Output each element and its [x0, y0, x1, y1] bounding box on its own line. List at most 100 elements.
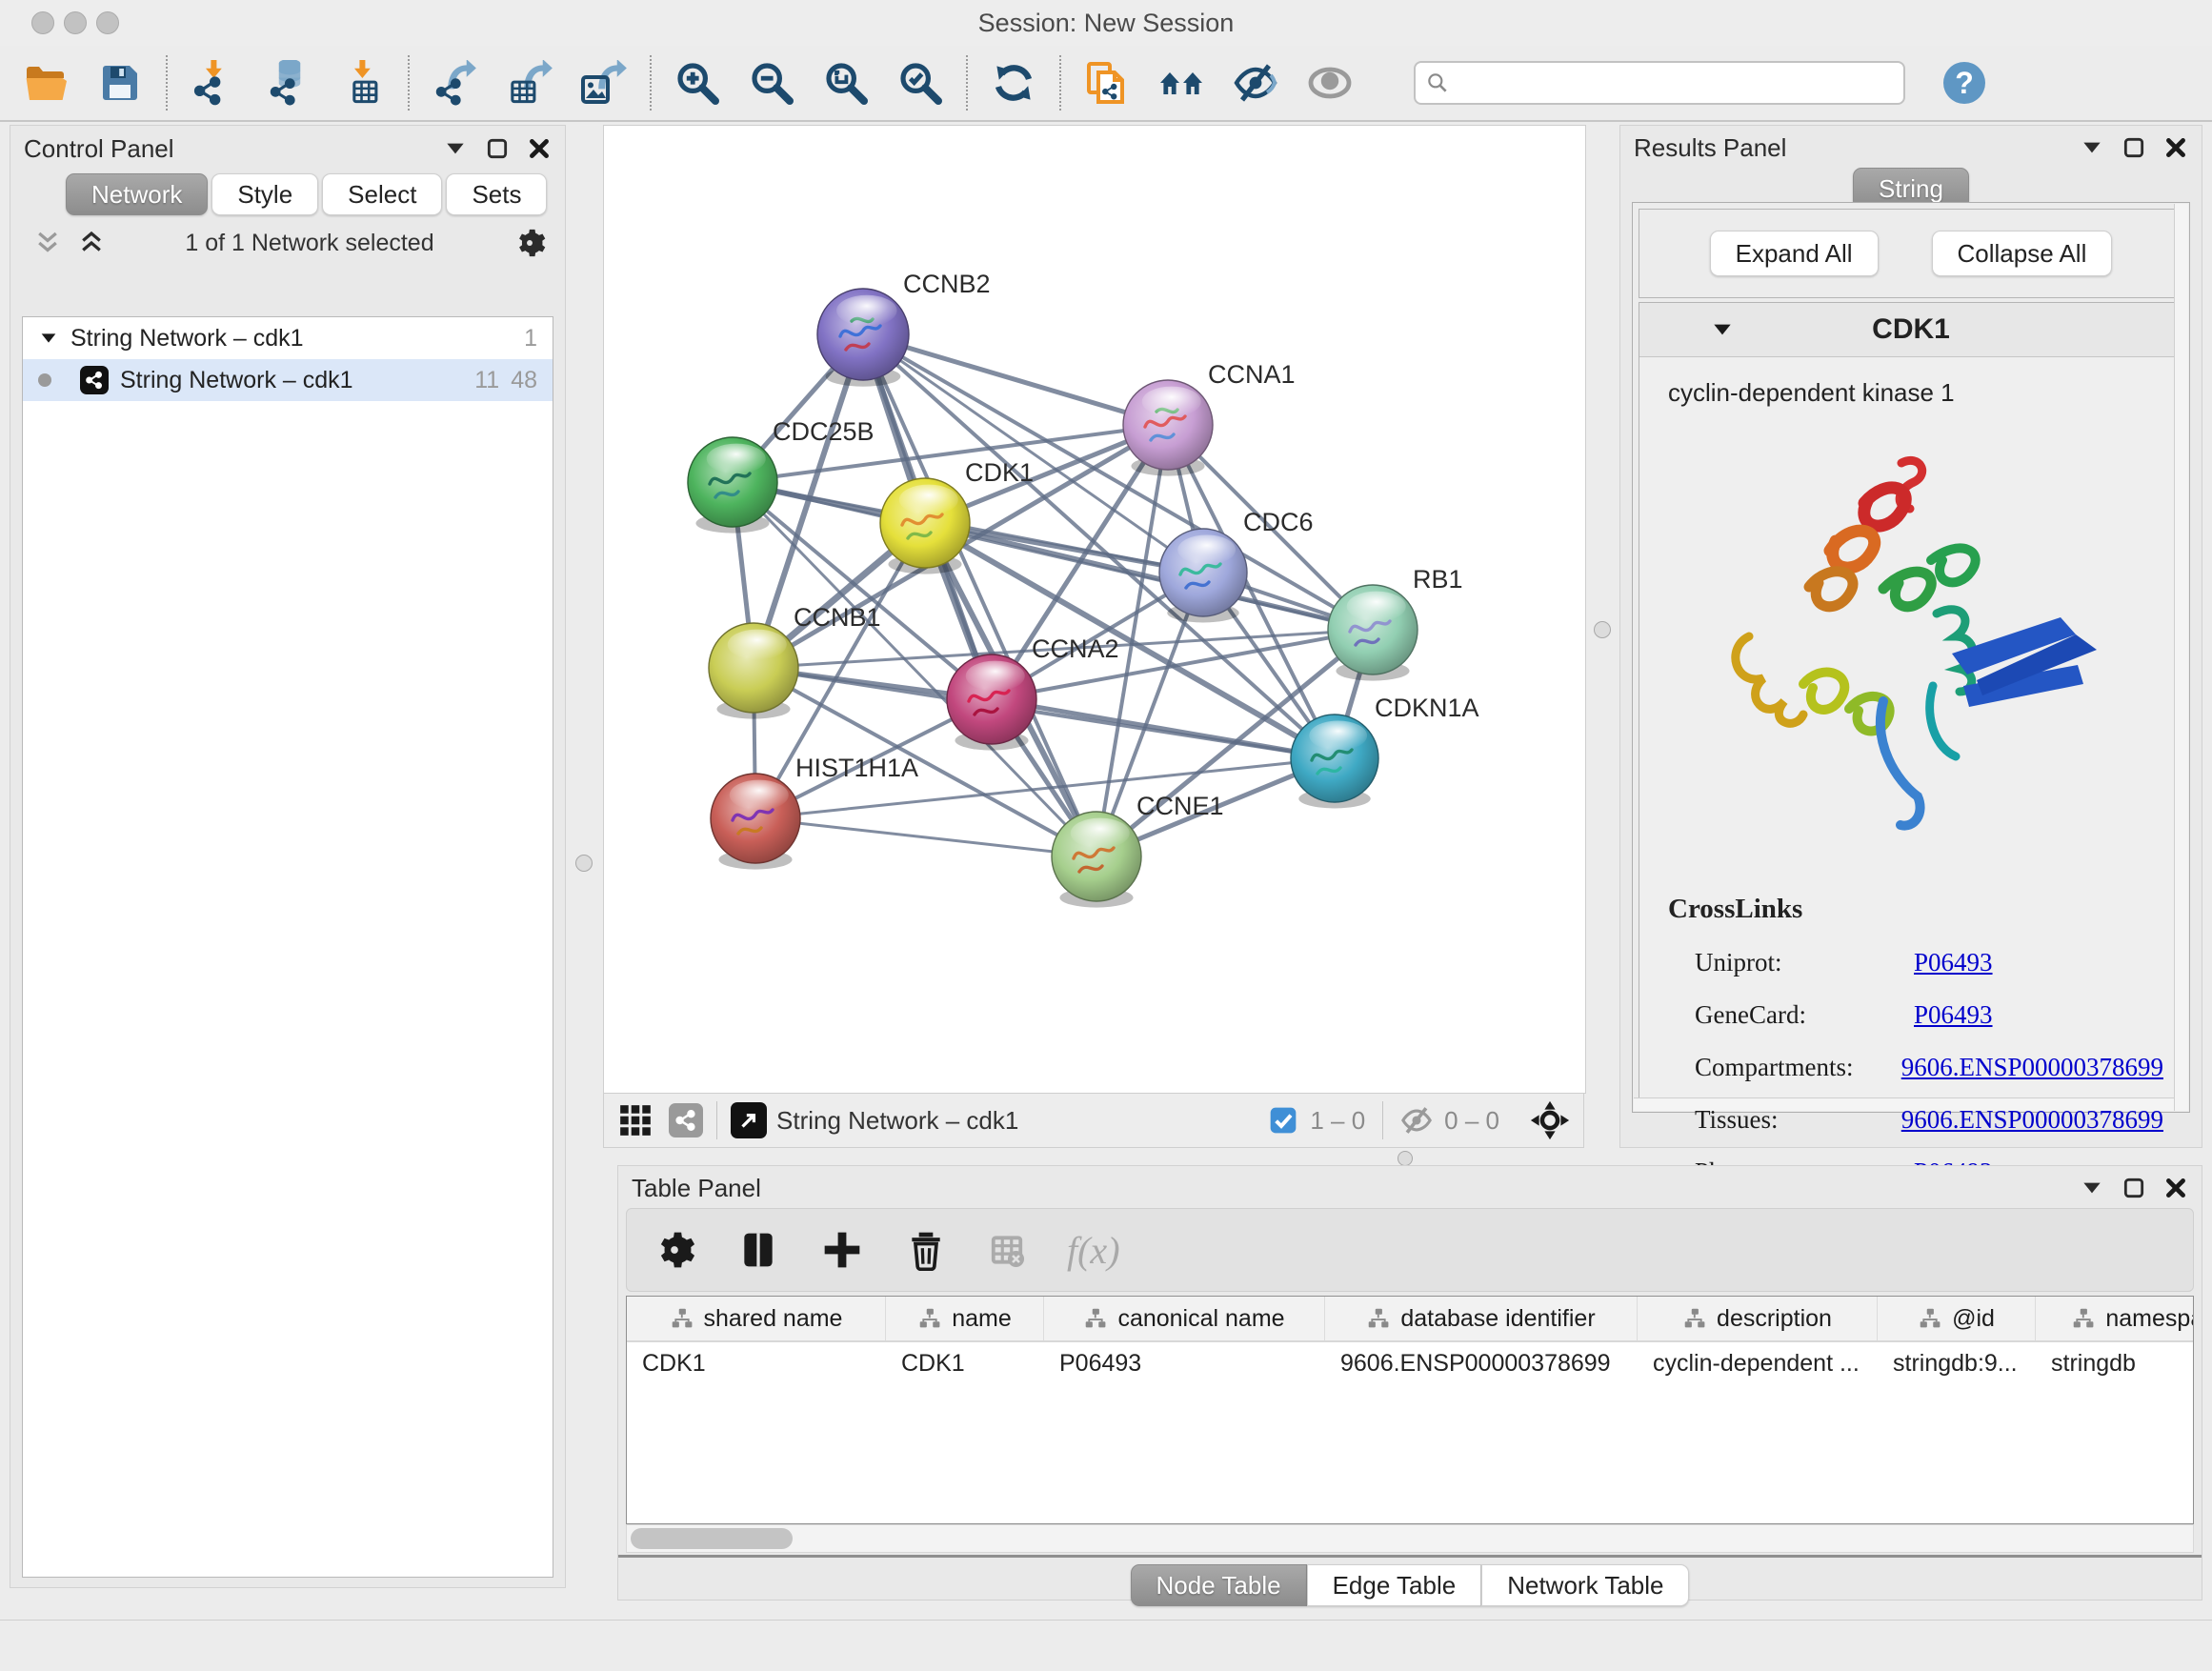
crosslink-link[interactable]: 9606.ENSP00000378699 — [1901, 1053, 2163, 1082]
zoom-selected-button[interactable] — [895, 58, 945, 108]
string-results-content: Expand All Collapse All CDK1 cyclin-depe… — [1632, 202, 2190, 1113]
tab-style[interactable]: Style — [211, 173, 318, 215]
network-node-RB1[interactable] — [1328, 585, 1418, 681]
show-all-button[interactable] — [1305, 58, 1355, 108]
import-network-file-button[interactable] — [189, 58, 238, 108]
column-header-namespace[interactable]: namespace — [2036, 1297, 2194, 1340]
network-node-CDC6[interactable] — [1159, 529, 1247, 622]
float-panel-icon[interactable] — [485, 136, 510, 161]
column-header-name[interactable]: name — [886, 1297, 1044, 1340]
results-horizontal-scrollbar[interactable] — [1634, 1097, 2174, 1111]
network-canvas[interactable]: CCNB2CCNA1CDC25BCDK1CDC6RB1CCNB1CCNA2CDK… — [603, 125, 1586, 1094]
panel-menu-icon[interactable] — [443, 136, 468, 161]
tab-sets[interactable]: Sets — [446, 173, 547, 215]
create-column-icon[interactable] — [821, 1229, 863, 1271]
network-edge-CCNE1-HIST1H1A[interactable] — [755, 818, 1096, 856]
table-cell[interactable]: cyclin-dependent ... — [1638, 1350, 1878, 1378]
network-node-CCNB2[interactable] — [817, 289, 909, 387]
first-neighbors-button[interactable] — [1156, 58, 1206, 108]
network-node-HIST1H1A[interactable] — [711, 774, 800, 870]
import-network-database-button[interactable] — [263, 58, 312, 108]
table-options-gear-icon[interactable] — [654, 1229, 695, 1271]
close-panel-icon[interactable] — [527, 136, 552, 161]
apply-layout-button[interactable] — [989, 58, 1038, 108]
table-cell[interactable]: CDK1 — [886, 1350, 1044, 1378]
open-session-button[interactable] — [21, 58, 70, 108]
column-header-shared-name[interactable]: shared name — [627, 1297, 886, 1340]
column-header--id[interactable]: @id — [1878, 1297, 2036, 1340]
table-cell[interactable]: P06493 — [1044, 1350, 1325, 1378]
table-cell[interactable]: CDK1 — [627, 1350, 886, 1378]
search-input[interactable] — [1458, 69, 1894, 97]
zoom-out-button[interactable] — [747, 58, 796, 108]
expand-all-button[interactable]: Expand All — [1710, 231, 1879, 276]
close-panel-icon[interactable] — [2163, 135, 2188, 160]
network-node-CDK1[interactable] — [880, 478, 970, 574]
network-collection-row[interactable]: String Network – cdk1 1 — [23, 317, 553, 359]
column-header-canonical-name[interactable]: canonical name — [1044, 1297, 1325, 1340]
collapse-all-button[interactable]: Collapse All — [1932, 231, 2113, 276]
save-session-button[interactable] — [95, 58, 145, 108]
float-panel-icon[interactable] — [2122, 135, 2146, 160]
float-panel-icon[interactable] — [2122, 1176, 2146, 1200]
clone-network-button[interactable] — [1082, 58, 1132, 108]
import-table-button[interactable] — [337, 58, 387, 108]
scrollbar-thumb[interactable] — [631, 1528, 793, 1549]
crosslink-link[interactable]: P06493 — [1914, 948, 1993, 977]
zoom-in-button[interactable] — [673, 58, 722, 108]
column-header-description[interactable]: description — [1638, 1297, 1878, 1340]
bottom-splitter-grip[interactable] — [1398, 1151, 1413, 1166]
crosslink-link[interactable]: P06493 — [1914, 1000, 1993, 1030]
table-horizontal-scrollbar[interactable] — [626, 1524, 2194, 1553]
network-edge-CCNB2-CCNA1[interactable] — [863, 334, 1168, 425]
table-cell[interactable]: stringdb — [2036, 1350, 2194, 1378]
zoom-fit-button[interactable] — [821, 58, 871, 108]
node-label-CDC25B: CDC25B — [773, 417, 875, 446]
tab-network-table[interactable]: Network Table — [1481, 1564, 1689, 1606]
hide-selected-button[interactable] — [1231, 58, 1280, 108]
collapse-all-icon[interactable] — [33, 229, 62, 257]
tab-select[interactable]: Select — [322, 173, 442, 215]
network-node-CCNA1[interactable] — [1123, 380, 1213, 476]
network-node-CCNA2[interactable] — [947, 654, 1036, 751]
left-splitter-grip[interactable] — [575, 855, 593, 872]
expand-all-icon[interactable] — [77, 229, 106, 257]
panel-menu-icon[interactable] — [2080, 135, 2104, 160]
gene-expander-icon[interactable] — [1710, 317, 1735, 342]
export-image-button[interactable] — [579, 58, 629, 108]
gene-section-header[interactable]: CDK1 — [1639, 303, 2182, 357]
close-panel-icon[interactable] — [2163, 1176, 2188, 1200]
network-node-CDKN1A[interactable] — [1291, 715, 1378, 808]
export-table-button[interactable] — [505, 58, 554, 108]
export-network-button[interactable] — [431, 58, 480, 108]
panel-menu-icon[interactable] — [2080, 1176, 2104, 1200]
results-vertical-scrollbar[interactable] — [2174, 204, 2188, 1111]
delete-column-icon[interactable] — [905, 1229, 947, 1271]
network-row[interactable]: String Network – cdk1 11 48 — [23, 359, 553, 401]
search-field[interactable] — [1414, 61, 1905, 105]
birdseye-grid-icon[interactable] — [617, 1102, 654, 1138]
network-node-CCNB1[interactable] — [709, 623, 798, 719]
collection-expander-icon[interactable] — [38, 328, 59, 349]
hidden-eye-slash-icon[interactable] — [1400, 1104, 1433, 1137]
column-header-label: namespace — [2105, 1305, 2194, 1333]
open-in-new-icon[interactable] — [731, 1102, 767, 1138]
network-node-CCNE1[interactable] — [1052, 812, 1141, 908]
tab-node-table[interactable]: Node Table — [1131, 1564, 1307, 1606]
network-node-CDC25B[interactable] — [688, 437, 777, 534]
selected-nodes-checkbox-icon[interactable] — [1268, 1105, 1298, 1136]
show-columns-icon[interactable] — [737, 1229, 779, 1271]
table-cell[interactable]: stringdb:9... — [1878, 1350, 2036, 1378]
help-button[interactable]: ? — [1940, 58, 1989, 108]
tab-edge-table[interactable]: Edge Table — [1307, 1564, 1482, 1606]
column-header-label: canonical name — [1117, 1305, 1284, 1333]
string-network-icon — [80, 366, 109, 394]
network-options-gear-icon[interactable] — [513, 227, 546, 259]
tab-network[interactable]: Network — [66, 173, 208, 215]
table-cell[interactable]: 9606.ENSP00000378699 — [1325, 1350, 1638, 1378]
column-header-database-identifier[interactable]: database identifier — [1325, 1297, 1638, 1340]
string-style-icon[interactable] — [669, 1103, 703, 1137]
table-row[interactable]: CDK1CDK1P064939606.ENSP00000378699cyclin… — [627, 1342, 2194, 1384]
crosshair-navigator-icon[interactable] — [1530, 1100, 1570, 1140]
right-splitter-grip[interactable] — [1594, 621, 1611, 638]
